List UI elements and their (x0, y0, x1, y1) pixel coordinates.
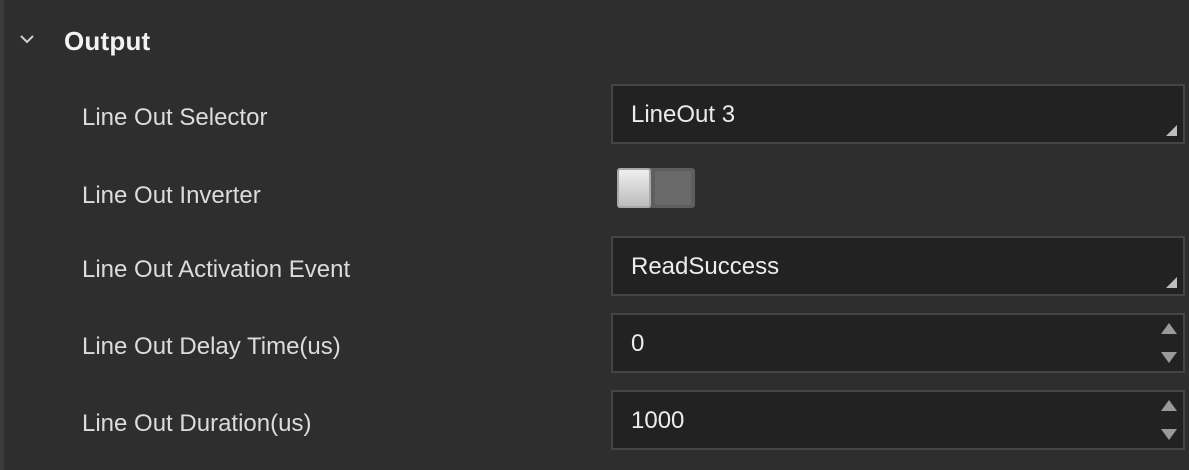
toggle-track (655, 171, 691, 205)
row-line-out-activation-event: Line Out Activation Event ReadSuccess (4, 236, 1189, 302)
output-panel: Output Line Out Selector LineOut 3 Line … (0, 0, 1189, 470)
chevron-down-icon[interactable] (18, 30, 36, 48)
line-out-activation-event-label: Line Out Activation Event (82, 256, 351, 283)
line-out-activation-event-value: ReadSuccess (631, 253, 780, 280)
line-out-duration-value: 1000 (631, 407, 685, 434)
line-out-delay-time-spinbox[interactable]: 0 (611, 313, 1185, 373)
row-line-out-delay-time: Line Out Delay Time(us) 0 (4, 313, 1189, 379)
line-out-duration-spinbox[interactable]: 1000 (611, 390, 1185, 450)
line-out-delay-time-value: 0 (631, 330, 645, 357)
line-out-inverter-toggle[interactable] (617, 168, 695, 208)
dropdown-grip-icon[interactable] (1166, 125, 1177, 136)
group-title: Output (64, 26, 151, 56)
output-group-header[interactable]: Output (4, 0, 1189, 84)
line-out-duration-label: Line Out Duration(us) (82, 410, 312, 437)
line-out-inverter-label: Line Out Inverter (82, 182, 261, 209)
line-out-activation-event-combo[interactable]: ReadSuccess (611, 236, 1185, 296)
line-out-selector-label: Line Out Selector (82, 104, 268, 131)
dropdown-grip-icon[interactable] (1166, 277, 1177, 288)
spin-up-icon[interactable] (1161, 400, 1177, 411)
line-out-selector-value: LineOut 3 (631, 101, 736, 128)
line-out-delay-time-label: Line Out Delay Time(us) (82, 333, 341, 360)
spin-down-icon[interactable] (1161, 352, 1177, 363)
toggle-knob[interactable] (617, 168, 651, 208)
spin-up-icon[interactable] (1161, 323, 1177, 334)
row-line-out-inverter: Line Out Inverter (4, 160, 1189, 226)
line-out-selector-combo[interactable]: LineOut 3 (611, 84, 1185, 144)
row-line-out-selector: Line Out Selector LineOut 3 (4, 84, 1189, 150)
spin-down-icon[interactable] (1161, 429, 1177, 440)
row-line-out-duration: Line Out Duration(us) 1000 (4, 390, 1189, 456)
